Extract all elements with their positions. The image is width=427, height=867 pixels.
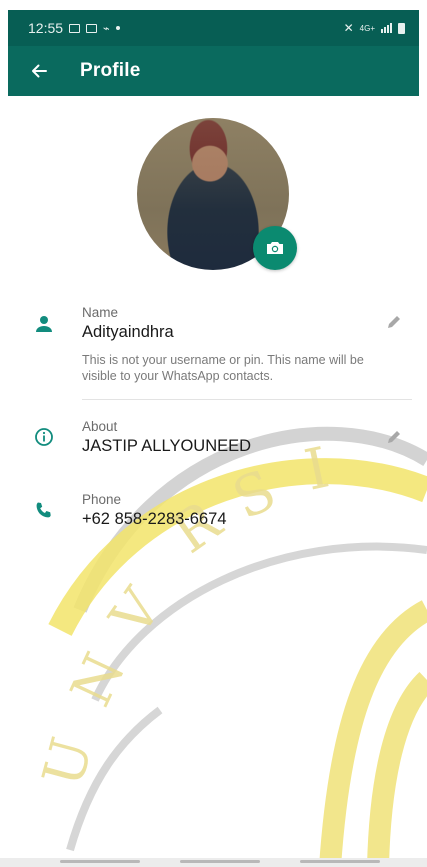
status-right: ✕ 4G+ xyxy=(344,21,405,35)
page-title: Profile xyxy=(80,60,141,81)
status-bar: 12:55 ⌁ ✕ 4G+ xyxy=(8,10,419,46)
phone-label: Phone xyxy=(82,492,122,507)
status-left: 12:55 ⌁ xyxy=(28,20,120,36)
name-row[interactable]: Name Adityaindhra This is not your usern… xyxy=(0,300,427,390)
name-hint: This is not your username or pin. This n… xyxy=(82,353,364,383)
about-value: JASTIP ALLYOUNEED xyxy=(82,437,252,455)
mail-notification-icon xyxy=(86,23,98,33)
svg-text:N: N xyxy=(59,644,139,716)
app-bar: Profile xyxy=(8,46,419,96)
more-notifications-dot-icon xyxy=(115,26,120,30)
pencil-icon xyxy=(388,316,400,328)
mute-icon: ✕ xyxy=(343,21,354,35)
svg-text:V: V xyxy=(98,576,176,649)
back-arrow-icon xyxy=(32,64,47,78)
nav-segment xyxy=(60,860,140,863)
about-row[interactable]: About JASTIP ALLYOUNEED xyxy=(0,415,427,465)
change-photo-button[interactable] xyxy=(253,226,297,270)
phone-value: +62 858-2283-6674 xyxy=(82,510,227,528)
battery-icon xyxy=(398,22,405,34)
divider xyxy=(82,399,412,400)
edit-about-button[interactable] xyxy=(384,427,404,447)
name-value: Adityaindhra xyxy=(82,323,174,341)
edit-name-button[interactable] xyxy=(384,312,404,332)
phone-icon xyxy=(32,498,56,522)
tools-notification-icon: ⌁ xyxy=(103,22,110,35)
about-label: About xyxy=(82,419,118,434)
nav-segment xyxy=(300,860,380,863)
signal-icon xyxy=(381,23,392,33)
svg-text:U: U xyxy=(31,731,106,793)
info-icon xyxy=(32,425,56,449)
network-type: 4G+ xyxy=(359,23,375,33)
back-button[interactable] xyxy=(26,58,52,84)
pencil-icon xyxy=(388,431,400,443)
nav-segment xyxy=(180,860,260,863)
name-label: Name xyxy=(82,305,119,320)
profile-photo xyxy=(137,118,301,270)
phone-row[interactable]: Phone +62 858-2283-6674 xyxy=(0,488,427,538)
gallery-notification-icon xyxy=(69,23,81,33)
camera-icon xyxy=(267,242,283,254)
status-time: 12:55 xyxy=(28,20,64,36)
system-nav-bar xyxy=(0,858,427,867)
person-icon xyxy=(32,312,56,336)
